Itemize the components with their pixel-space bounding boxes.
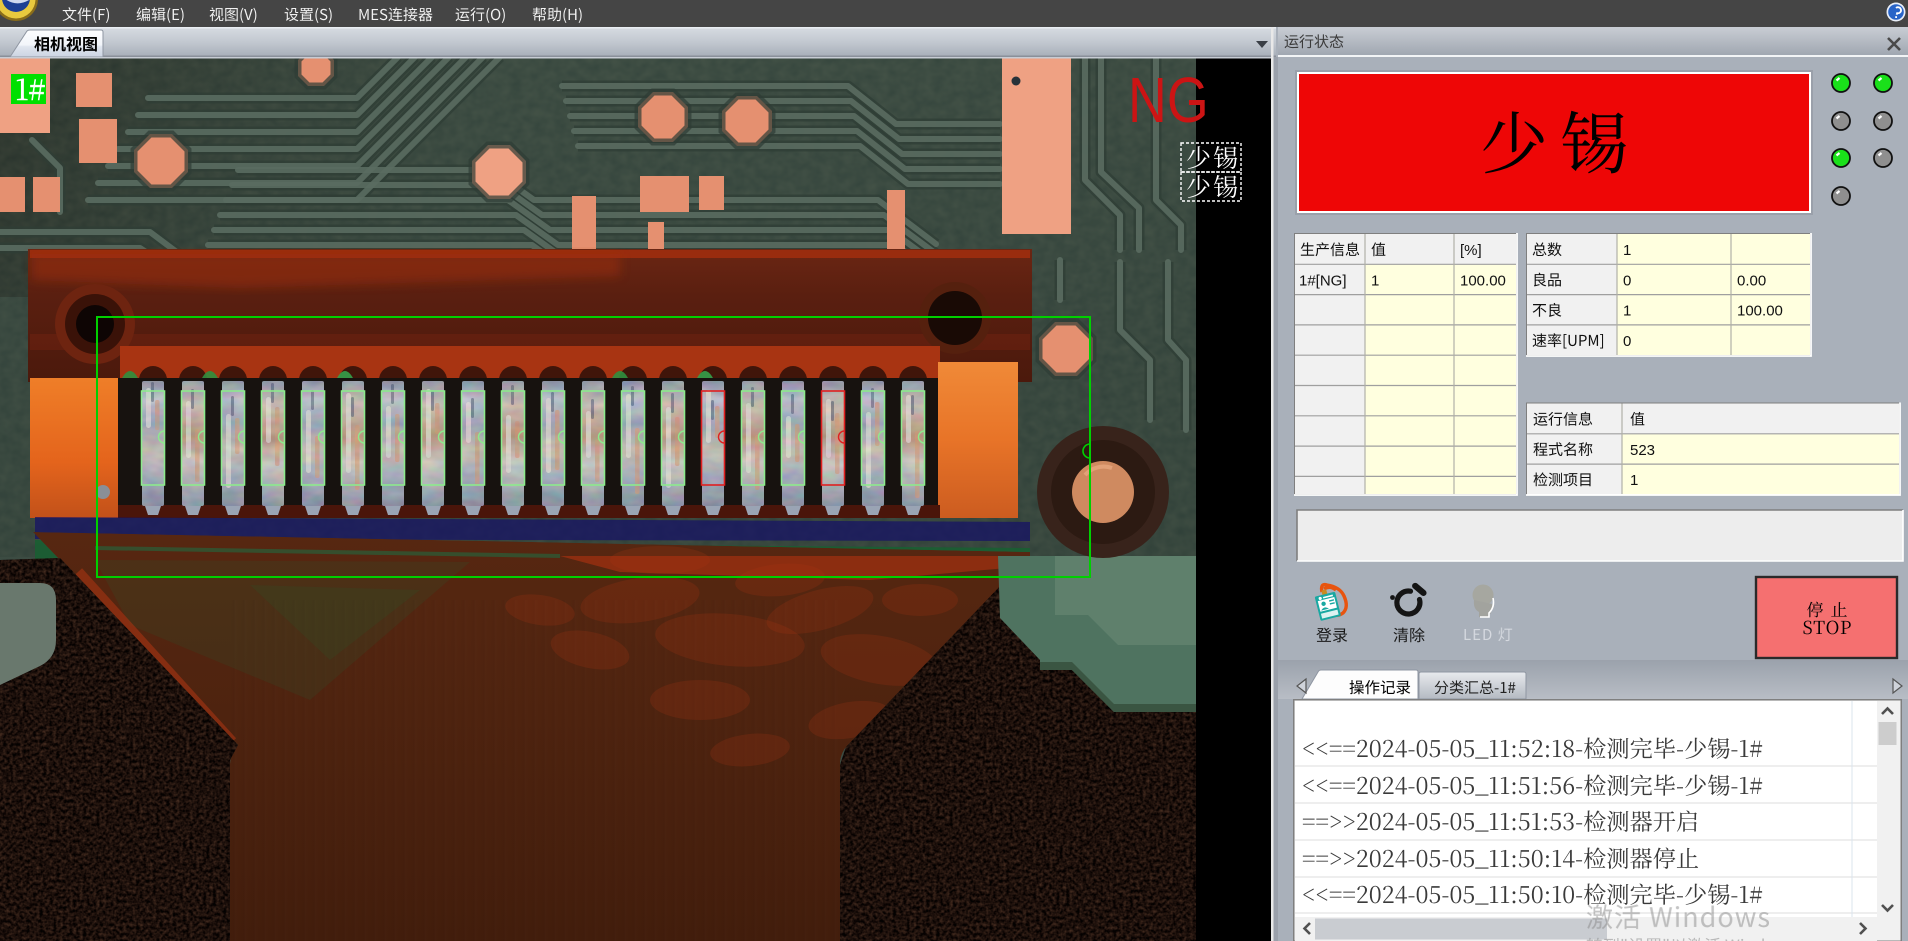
svg-text:0: 0 (1623, 333, 1631, 350)
svg-text:1: 1 (1630, 472, 1638, 489)
svg-text:523: 523 (1630, 442, 1655, 459)
svg-text:1: 1 (1623, 242, 1631, 259)
svg-text:1: 1 (1371, 272, 1379, 289)
svg-text:0: 0 (1623, 272, 1631, 289)
svg-text:100.00: 100.00 (1737, 303, 1783, 320)
svg-text:1: 1 (1623, 303, 1631, 320)
svg-text:[%]: [%] (1460, 242, 1482, 259)
svg-text:0.00: 0.00 (1737, 272, 1766, 289)
svg-text:100.00: 100.00 (1460, 272, 1506, 289)
svg-text:NG: NG (1128, 64, 1209, 137)
svg-text:1#[NG]: 1#[NG] (1299, 272, 1347, 289)
